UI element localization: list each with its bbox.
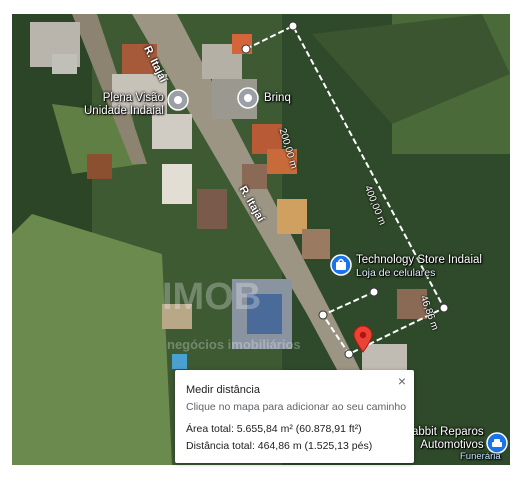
panel-title: Medir distância	[186, 384, 260, 396]
shopping-bag-icon[interactable]	[330, 254, 352, 276]
poi-tech-line2: Loja de celulares	[356, 267, 436, 279]
watermark-brand: IMOB	[162, 276, 262, 318]
watermark-sub: negócios imobiliários	[167, 337, 301, 352]
poi-plena-line1: Plena Visão	[102, 92, 164, 104]
location-pin-icon[interactable]	[352, 325, 374, 353]
poi-plena-line2: Unidade Indaial	[84, 105, 164, 117]
close-icon[interactable]: ×	[398, 373, 406, 389]
measure-distance-panel: Medir distância × Clique no mapa para ad…	[175, 370, 414, 463]
poi-tech-line1: Technology Store Indaial	[356, 254, 482, 266]
measure-vertex-2[interactable]	[288, 21, 298, 31]
poi-label-technology-store[interactable]: Technology Store Indaial Loja de celular…	[356, 254, 482, 280]
poi-label-plena-visao[interactable]: Plena Visão Unidade Indaial	[84, 92, 164, 118]
measure-vertex-3[interactable]	[439, 303, 449, 313]
shop-icon[interactable]	[237, 87, 259, 109]
measure-path	[245, 24, 446, 356]
panel-hint: Clique no mapa para adicionar ao seu cam…	[186, 401, 407, 413]
measure-vertex-6[interactable]	[369, 287, 379, 297]
poi-rabbit-line1: abbit Reparos	[412, 426, 484, 438]
total-area: Área total: 5.655,84 m² (60.878,91 ft²)	[186, 423, 362, 435]
poi-label-brinq[interactable]: Brinq	[264, 92, 291, 105]
measure-vertex-5[interactable]	[318, 310, 328, 320]
total-distance: Distância total: 464,86 m (1.525,13 pés)	[186, 440, 373, 452]
measure-vertex-1[interactable]	[241, 44, 251, 54]
poi-label-funeraria[interactable]: Funerária	[460, 450, 501, 463]
poi-label-rabbit-reparos[interactable]: abbit Reparos Automotivos	[412, 426, 484, 452]
eye-icon[interactable]	[167, 89, 189, 111]
